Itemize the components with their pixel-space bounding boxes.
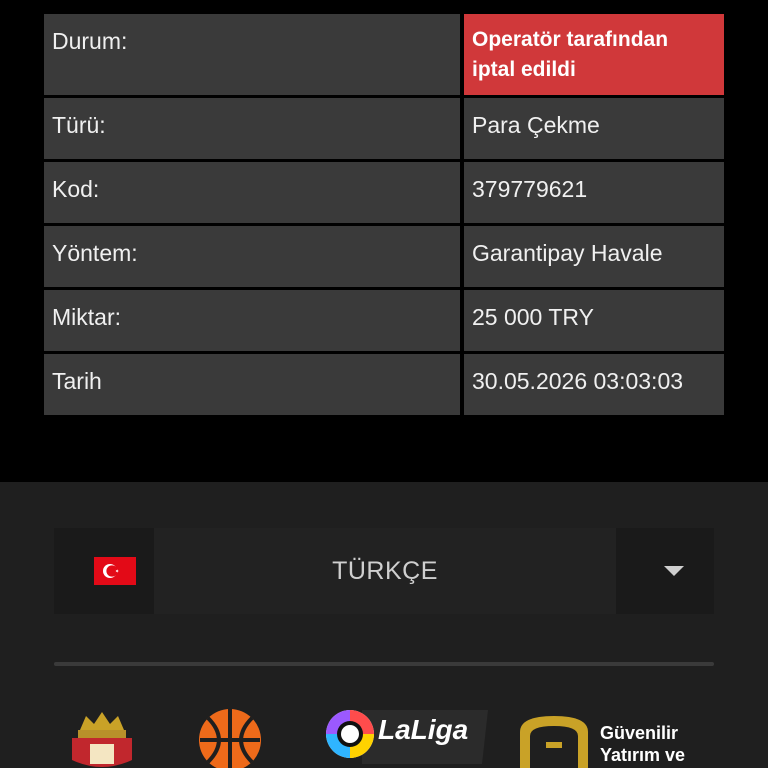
footer-divider	[54, 662, 714, 666]
detail-row-date: Tarih 30.05.2026 03:03:03	[44, 354, 724, 415]
guvenilir-line2: Yatırım ve	[600, 745, 686, 765]
method-label: Yöntem:	[44, 226, 460, 287]
status-badge: Operatör tarafından iptal edildi	[464, 14, 724, 95]
status-label: Durum:	[44, 14, 460, 95]
language-selector[interactable]: TÜRKÇE	[54, 528, 714, 614]
date-label: Tarih	[44, 354, 460, 415]
code-label: Kod:	[44, 162, 460, 223]
transaction-details-table: Durum: Operatör tarafından iptal edildi …	[44, 14, 724, 418]
amount-label: Miktar:	[44, 290, 460, 351]
language-selected-label[interactable]: TÜRKÇE	[154, 528, 616, 614]
turkey-flag-icon	[94, 557, 136, 585]
code-value: 379779621	[464, 162, 724, 223]
detail-row-method: Yöntem: Garantipay Havale	[44, 226, 724, 287]
partner-logos: LaLiga Güvenilir Yatırım ve	[0, 704, 768, 768]
method-value: Garantipay Havale	[464, 226, 724, 287]
laliga-wordmark: LaLiga	[378, 714, 469, 745]
type-label: Türü:	[44, 98, 460, 159]
caret-down-icon[interactable]	[664, 566, 684, 576]
detail-row-type: Türü: Para Çekme	[44, 98, 724, 159]
type-value: Para Çekme	[464, 98, 724, 159]
amount-value: 25 000 TRY	[464, 290, 724, 351]
laliga-logo: LaLiga	[322, 704, 490, 768]
detail-row-code: Kod: 379779621	[44, 162, 724, 223]
osasuna-crest-icon	[66, 708, 138, 768]
detail-row-amount: Miktar: 25 000 TRY	[44, 290, 724, 351]
guvenilir-line1: Güvenilir	[600, 723, 679, 743]
euroleague-ball-icon	[198, 708, 266, 768]
date-value: 30.05.2026 03:03:03	[464, 354, 724, 415]
site-footer: TÜRKÇE LaLiga Güvenilir Yatırım ve	[0, 482, 768, 768]
guvenilir-badge: Güvenilir Yatırım ve	[516, 714, 706, 768]
detail-row-status: Durum: Operatör tarafından iptal edildi	[44, 14, 724, 95]
